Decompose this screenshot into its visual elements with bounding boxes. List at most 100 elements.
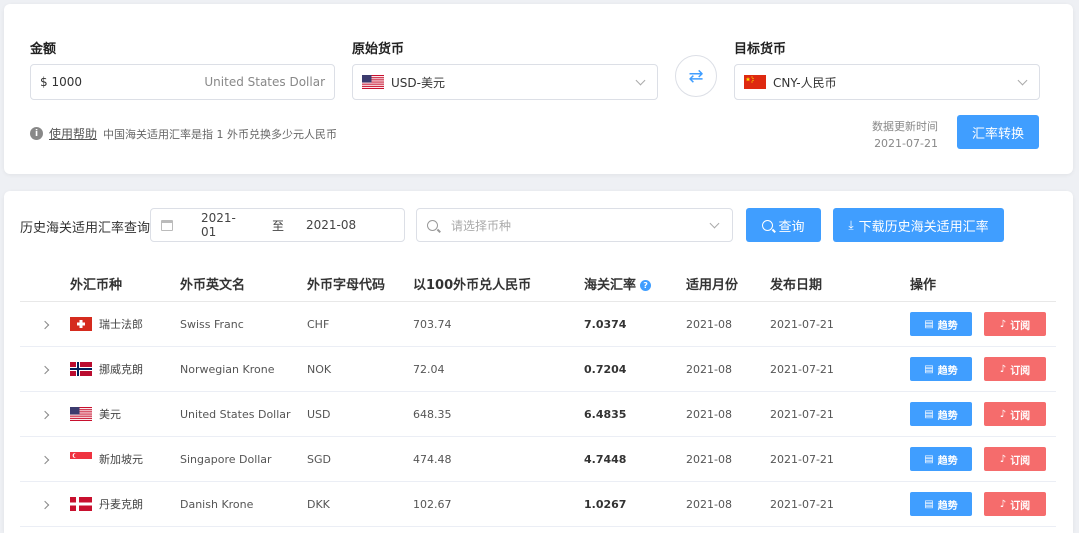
currency-code: SGD xyxy=(307,452,331,466)
help-row: i 使用帮助 中国海关适用汇率是指 1 外币兑换多少元人民币 xyxy=(30,125,337,142)
expand-chevron-icon[interactable] xyxy=(40,320,50,329)
denmark-flag-icon xyxy=(70,497,92,511)
chevron-down-icon xyxy=(709,218,720,228)
table-body: 瑞士法郎 Swiss Franc CHF 703.74 7.0374 2021-08 202… xyxy=(20,302,1056,527)
subscribe-button[interactable]: ♪ 订阅 xyxy=(984,402,1046,426)
subscribe-label: 订阅 xyxy=(1010,500,1031,512)
per-100-value: 102.67 xyxy=(413,497,452,511)
applicable-month: 2021-08 xyxy=(686,362,732,376)
to-currency-label: 目标货币 xyxy=(734,42,787,57)
per-100-value: 72.04 xyxy=(413,362,445,376)
swap-currencies-button[interactable]: ⇄ xyxy=(675,55,717,97)
currency-search-select[interactable]: 请选择币种 xyxy=(416,208,733,242)
from-currency-value: USD-美元 xyxy=(391,75,445,90)
expand-chevron-icon[interactable] xyxy=(40,500,50,509)
help-link[interactable]: 使用帮助 xyxy=(49,125,97,142)
column-header: 操作 xyxy=(910,278,937,293)
update-info: 数据更新时间 2021-07-21 xyxy=(864,118,938,152)
bell-icon: ♪ xyxy=(999,453,1007,465)
subscribe-button[interactable]: ♪ 订阅 xyxy=(984,312,1046,336)
table-row[interactable]: 瑞士法郎 Swiss Franc CHF 703.74 7.0374 2021-08 202… xyxy=(20,302,1056,347)
download-button[interactable]: ⤓ 下载历史海关适用汇率 xyxy=(833,208,1004,242)
customs-rate: 6.4835 xyxy=(584,407,627,421)
table-row[interactable]: 丹麦克朗 Danish Krone DKK 102.67 1.0267 2021-08 20… xyxy=(20,482,1056,527)
trend-button[interactable]: ▤ 趋势 xyxy=(910,447,972,471)
publish-date: 2021-07-21 xyxy=(770,317,834,331)
info-icon: i xyxy=(30,127,43,140)
trend-button[interactable]: ▤ 趋势 xyxy=(910,492,972,516)
table-row[interactable]: 美元 United States Dollar USD 648.35 6.4835 202… xyxy=(20,392,1056,437)
update-date: 2021-07-21 xyxy=(874,137,938,150)
history-title: 历史海关适用汇率查询 xyxy=(20,221,151,236)
amount-input[interactable]: $ 1000 United States Dollar xyxy=(30,64,335,100)
subscribe-button[interactable]: ♪ 订阅 xyxy=(984,447,1046,471)
trend-label: 趋势 xyxy=(937,320,958,332)
currency-name-en: United States Dollar xyxy=(180,407,291,421)
currency-name-cn: 丹麦克朗 xyxy=(99,498,143,511)
customs-rate: 1.0267 xyxy=(584,497,627,511)
applicable-month: 2021-08 xyxy=(686,497,732,511)
amount-label: 金额 xyxy=(30,42,57,57)
table-row[interactable]: 挪威克朗 Norwegian Krone NOK 72.04 0.7204 2021-08… xyxy=(20,347,1056,392)
subscribe-label: 订阅 xyxy=(1010,455,1031,467)
trend-label: 趋势 xyxy=(937,410,958,422)
expand-chevron-icon[interactable] xyxy=(40,410,50,419)
amount-value: $ 1000 xyxy=(40,75,82,89)
currency-name-en: Norwegian Krone xyxy=(180,362,275,376)
currency-name-en: Swiss Franc xyxy=(180,317,244,331)
singapore-flag-icon xyxy=(70,452,92,466)
chart-icon: ▤ xyxy=(924,498,934,510)
trend-button[interactable]: ▤ 趋势 xyxy=(910,402,972,426)
column-header-label: 海关汇率 xyxy=(584,278,637,293)
column-header: 以100外币兑人民币 xyxy=(413,278,532,293)
expand-chevron-icon[interactable] xyxy=(40,365,50,374)
norway-flag-icon xyxy=(70,362,92,376)
date-separator: 至 xyxy=(272,218,285,233)
column-header: 外币英文名 xyxy=(180,278,246,293)
query-button[interactable]: 查询 xyxy=(746,208,821,242)
currency-code: USD xyxy=(307,407,331,421)
bell-icon: ♪ xyxy=(999,363,1007,375)
chart-icon: ▤ xyxy=(924,453,934,465)
currency-name-cn: 美元 xyxy=(99,408,121,421)
currency-name-cn: 挪威克朗 xyxy=(99,363,143,376)
currency-name-en: Singapore Dollar xyxy=(180,452,272,466)
calendar-icon xyxy=(161,219,173,231)
swap-icon: ⇄ xyxy=(688,65,704,87)
chart-icon: ▤ xyxy=(924,408,934,420)
subscribe-label: 订阅 xyxy=(1010,365,1031,377)
expand-chevron-icon[interactable] xyxy=(40,455,50,464)
table-row[interactable]: 新加坡元 Singapore Dollar SGD 474.48 4.7448 2021-… xyxy=(20,437,1056,482)
us-flag-icon xyxy=(362,75,384,89)
from-currency-select[interactable]: USD-美元 xyxy=(352,64,658,100)
question-icon[interactable]: ? xyxy=(640,280,652,291)
currency-name-cn: 新加坡元 xyxy=(99,453,143,466)
rates-table: 外汇币种 外币英文名 外币字母代码 以100外币兑人民币 海关汇率? 适用月份 … xyxy=(20,266,1056,527)
to-currency-select[interactable]: CNY-人民币 xyxy=(734,64,1040,100)
convert-button[interactable]: 汇率转换 xyxy=(957,115,1039,149)
column-header: 外汇币种 xyxy=(70,278,123,293)
subscribe-button[interactable]: ♪ 订阅 xyxy=(984,492,1046,516)
chevron-down-icon xyxy=(1017,75,1028,85)
cn-flag-icon xyxy=(744,75,766,89)
query-button-label: 查询 xyxy=(778,219,805,235)
chart-icon: ▤ xyxy=(924,363,934,375)
from-currency-label: 原始货币 xyxy=(352,42,405,57)
trend-button[interactable]: ▤ 趋势 xyxy=(910,312,972,336)
swiss-flag-icon xyxy=(70,317,92,331)
amount-currency-name: United States Dollar xyxy=(204,75,325,89)
update-label: 数据更新时间 xyxy=(872,120,938,133)
trend-label: 趋势 xyxy=(937,455,958,467)
publish-date: 2021-07-21 xyxy=(770,497,834,511)
currency-name-en: Danish Krone xyxy=(180,497,254,511)
customs-rate: 0.7204 xyxy=(584,362,627,376)
to-currency-value: CNY-人民币 xyxy=(773,75,837,90)
bell-icon: ♪ xyxy=(999,318,1007,330)
converter-card: 金额 $ 1000 United States Dollar 原始货币 USD-… xyxy=(4,4,1073,174)
date-range-picker[interactable]: 2021-01 至 2021-08 xyxy=(150,208,405,242)
chart-icon: ▤ xyxy=(924,318,934,330)
subscribe-button[interactable]: ♪ 订阅 xyxy=(984,357,1046,381)
publish-date: 2021-07-21 xyxy=(770,452,834,466)
trend-label: 趋势 xyxy=(937,500,958,512)
trend-button[interactable]: ▤ 趋势 xyxy=(910,357,972,381)
